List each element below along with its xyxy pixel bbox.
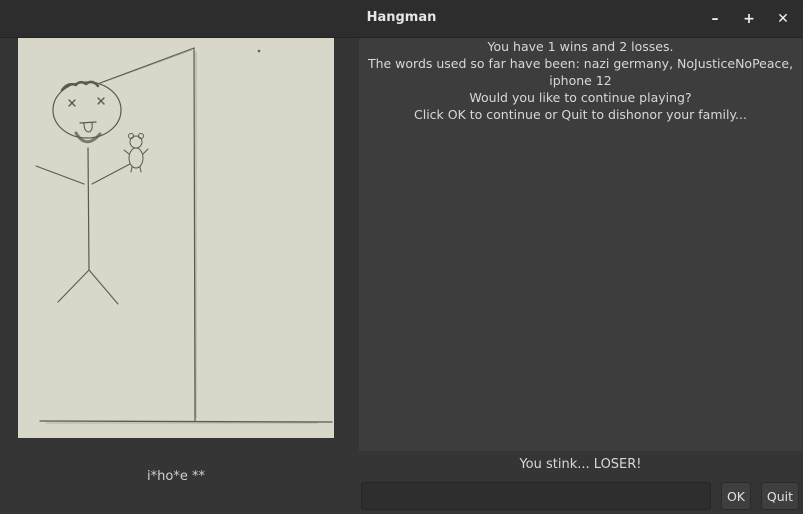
- stickman-left-arm: [35, 165, 85, 185]
- stickman-right-leg: [88, 269, 119, 305]
- close-icon: ✕: [777, 11, 789, 27]
- stickman-left-leg: [57, 269, 90, 303]
- gallows-base: [39, 420, 333, 423]
- minimize-button[interactable]: –: [705, 9, 725, 29]
- maximize-icon: +: [743, 11, 755, 27]
- hangman-window: Hangman – + ✕ i*ho*e ** You have 1 wins …: [0, 0, 803, 514]
- gallows-pole: [193, 47, 196, 422]
- minimize-icon: –: [711, 11, 719, 27]
- stickman-right-arm: [91, 163, 131, 185]
- message-line: The words used so far have been: nazi ge…: [367, 56, 794, 71]
- stickman-body: [87, 147, 90, 271]
- message-line: You have 1 wins and 2 losses.: [487, 39, 674, 54]
- masked-word: i*ho*e **: [147, 469, 205, 484]
- hangman-drawing: [18, 38, 334, 438]
- message-line: iphone 12: [549, 73, 612, 88]
- teddy-bear: [123, 133, 149, 173]
- close-button[interactable]: ✕: [773, 9, 793, 29]
- message-area: You have 1 wins and 2 losses. The words …: [359, 38, 802, 451]
- maximize-button[interactable]: +: [739, 9, 759, 29]
- ok-button[interactable]: OK: [721, 482, 751, 510]
- status-message: You stink... LOSER!: [519, 457, 642, 472]
- message-line: Click OK to continue or Quit to dishonor…: [414, 107, 747, 122]
- guess-input[interactable]: [361, 482, 711, 510]
- title-bar[interactable]: Hangman – + ✕: [0, 0, 803, 38]
- window-title: Hangman: [366, 10, 437, 25]
- hangman-sketch: [35, 47, 333, 424]
- gallows-beam: [99, 47, 195, 84]
- quit-button[interactable]: Quit: [761, 482, 799, 510]
- message-line: Would you like to continue playing?: [469, 90, 692, 105]
